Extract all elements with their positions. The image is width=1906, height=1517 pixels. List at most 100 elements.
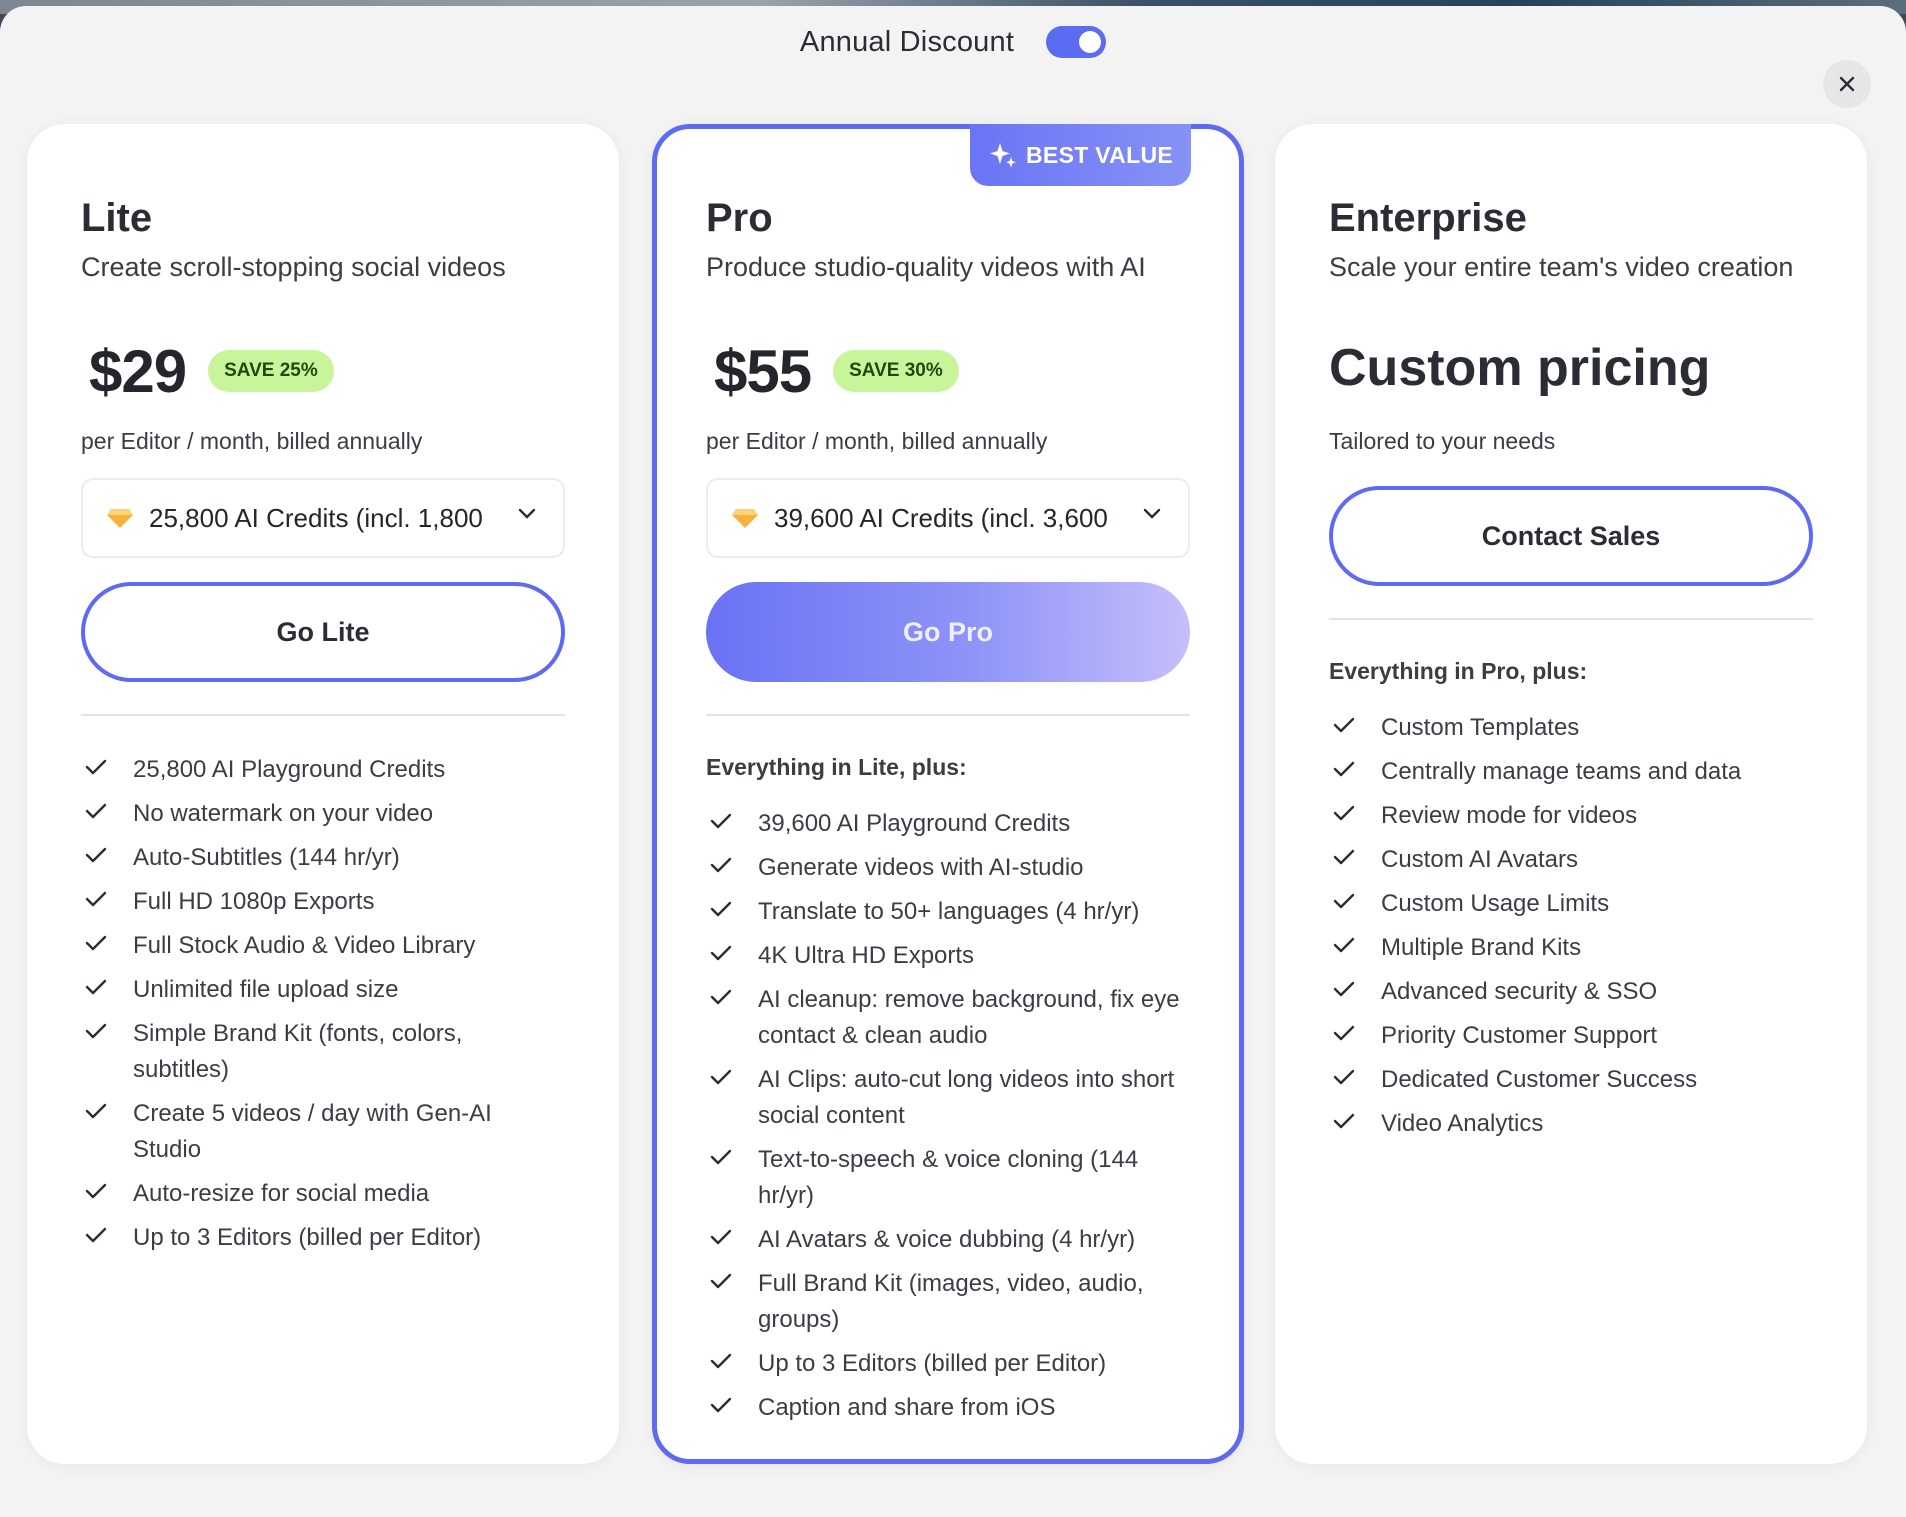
feature-text: 39,600 AI Playground Credits: [758, 810, 1071, 837]
plan-card-lite: Lite Create scroll-stopping social video…: [27, 124, 619, 1464]
check-icon: [710, 1353, 732, 1369]
feature-item: Custom AI Avatars: [1329, 842, 1813, 878]
check-icon: [85, 1023, 107, 1039]
price-row: $29 SAVE 25%: [81, 337, 565, 405]
feature-text: Priority Customer Support: [1381, 1022, 1658, 1049]
check-icon: [1333, 981, 1355, 997]
contact-sales-button[interactable]: Contact Sales: [1329, 486, 1813, 586]
features-heading: Everything in Lite, plus:: [706, 754, 967, 780]
check-icon: [710, 1069, 732, 1085]
feature-text: Generate videos with AI-studio: [758, 854, 1084, 881]
feature-text: Custom AI Avatars: [1381, 846, 1578, 873]
chevron-down-icon: [1143, 508, 1161, 519]
feature-item: Translate to 50+ languages (4 hr/yr): [706, 894, 1190, 930]
save-badge: SAVE 25%: [208, 350, 334, 392]
feature-item: Custom Usage Limits: [1329, 886, 1813, 922]
feature-list: Custom Templates Centrally manage teams …: [1329, 710, 1813, 1142]
check-icon: [1333, 893, 1355, 909]
feature-item: Unlimited file upload size: [81, 972, 565, 1008]
feature-text: AI Avatars & voice dubbing (4 hr/yr): [758, 1226, 1136, 1253]
feature-item: Custom Templates: [1329, 710, 1813, 746]
feature-item: Advanced security & SSO: [1329, 974, 1813, 1010]
feature-text: AI Clips: auto-cut long videos into shor…: [758, 1066, 1175, 1129]
billing-note: per Editor / month, billed annually: [706, 428, 1048, 454]
billing-toggle-row: Annual Discount: [0, 18, 1906, 66]
feature-item: Video Analytics: [1329, 1106, 1813, 1142]
feature-item: AI Clips: auto-cut long videos into shor…: [706, 1062, 1190, 1134]
check-icon: [85, 891, 107, 907]
check-icon: [85, 1183, 107, 1199]
best-value-badge: BEST VALUE: [970, 124, 1191, 186]
feature-item: Simple Brand Kit (fonts, colors, subtitl…: [81, 1016, 565, 1088]
plan-description: Scale your entire team's video creation: [1329, 252, 1794, 282]
plan-name: Enterprise: [1329, 196, 1527, 240]
sparkle-icon: [990, 143, 1017, 168]
plan-card-enterprise: Enterprise Scale your entire team's vide…: [1275, 124, 1867, 1464]
feature-text: Up to 3 Editors (billed per Editor): [758, 1350, 1107, 1377]
feature-text: Dedicated Customer Success: [1381, 1066, 1698, 1093]
check-icon: [710, 989, 732, 1005]
feature-text: No watermark on your video: [133, 800, 434, 827]
pricing-modal: Annual Discount Lite Create scroll-stopp…: [0, 6, 1906, 1517]
annual-discount-label: Annual Discount: [799, 25, 1015, 58]
plan-price: $55: [714, 337, 812, 405]
feature-item: 4K Ultra HD Exports: [706, 938, 1190, 974]
credits-dropdown[interactable]: 25,800 AI Credits (incl. 1,800: [81, 478, 565, 558]
feature-text: Unlimited file upload size: [133, 976, 399, 1003]
check-icon: [1333, 805, 1355, 821]
feature-text: Multiple Brand Kits: [1381, 934, 1582, 961]
feature-item: Auto-resize for social media: [81, 1176, 565, 1212]
plan-name: Pro: [706, 196, 773, 240]
billing-note: Tailored to your needs: [1329, 428, 1556, 454]
plan-price: $29: [89, 337, 187, 405]
check-icon: [85, 847, 107, 863]
check-icon: [1333, 717, 1355, 733]
feature-text: Custom Usage Limits: [1381, 890, 1610, 917]
plan-name: Lite: [81, 196, 153, 240]
feature-text: Auto-resize for social media: [133, 1180, 430, 1207]
save-badge: SAVE 30%: [833, 350, 959, 392]
price-row: $55 SAVE 30%: [706, 337, 1190, 405]
close-button[interactable]: [1823, 60, 1871, 108]
feature-item: AI cleanup: remove background, fix eye c…: [706, 982, 1190, 1054]
credits-value: 39,600 AI Credits (incl. 3,600: [774, 502, 1108, 533]
feature-item: Centrally manage teams and data: [1329, 754, 1813, 790]
features-heading: Everything in Pro, plus:: [1329, 658, 1588, 684]
go-lite-button[interactable]: Go Lite: [81, 582, 565, 682]
check-icon: [1333, 1069, 1355, 1085]
feature-item: No watermark on your video: [81, 796, 565, 832]
feature-text: Text-to-speech & voice cloning (144 hr/y…: [758, 1146, 1139, 1209]
check-icon: [710, 857, 732, 873]
feature-text: AI cleanup: remove background, fix eye c…: [758, 986, 1180, 1049]
go-pro-button[interactable]: Go Pro: [706, 582, 1190, 682]
chevron-down-icon: [518, 508, 536, 519]
check-icon: [1333, 849, 1355, 865]
feature-text: Review mode for videos: [1381, 802, 1638, 829]
feature-text: 4K Ultra HD Exports: [758, 942, 975, 969]
close-icon: [1839, 76, 1855, 92]
credits-value: 25,800 AI Credits (incl. 1,800: [149, 502, 483, 533]
check-icon: [85, 1227, 107, 1243]
toggle-knob: [1079, 31, 1102, 53]
gem-icon: [732, 509, 758, 528]
check-icon: [85, 979, 107, 995]
feature-item: 25,800 AI Playground Credits: [81, 752, 565, 788]
feature-item: Review mode for videos: [1329, 798, 1813, 834]
divider: [1329, 618, 1813, 620]
feature-text: Video Analytics: [1381, 1110, 1544, 1137]
feature-item: Priority Customer Support: [1329, 1018, 1813, 1054]
feature-item: Full Stock Audio & Video Library: [81, 928, 565, 964]
check-icon: [710, 1149, 732, 1165]
check-icon: [85, 1103, 107, 1119]
feature-item: 39,600 AI Playground Credits: [706, 806, 1190, 842]
feature-text: Custom Templates: [1381, 714, 1580, 741]
feature-item: Up to 3 Editors (billed per Editor): [81, 1220, 565, 1256]
feature-item: Create 5 videos / day with Gen-AI Studio: [81, 1096, 565, 1168]
feature-list: 25,800 AI Playground Credits No watermar…: [81, 752, 565, 1256]
divider: [706, 714, 1190, 716]
feature-item: Caption and share from iOS: [706, 1390, 1190, 1426]
feature-text: Auto-Subtitles (144 hr/yr): [133, 844, 400, 871]
billing-note: per Editor / month, billed annually: [81, 428, 423, 454]
annual-discount-toggle[interactable]: [1046, 26, 1107, 58]
credits-dropdown[interactable]: 39,600 AI Credits (incl. 3,600: [706, 478, 1190, 558]
